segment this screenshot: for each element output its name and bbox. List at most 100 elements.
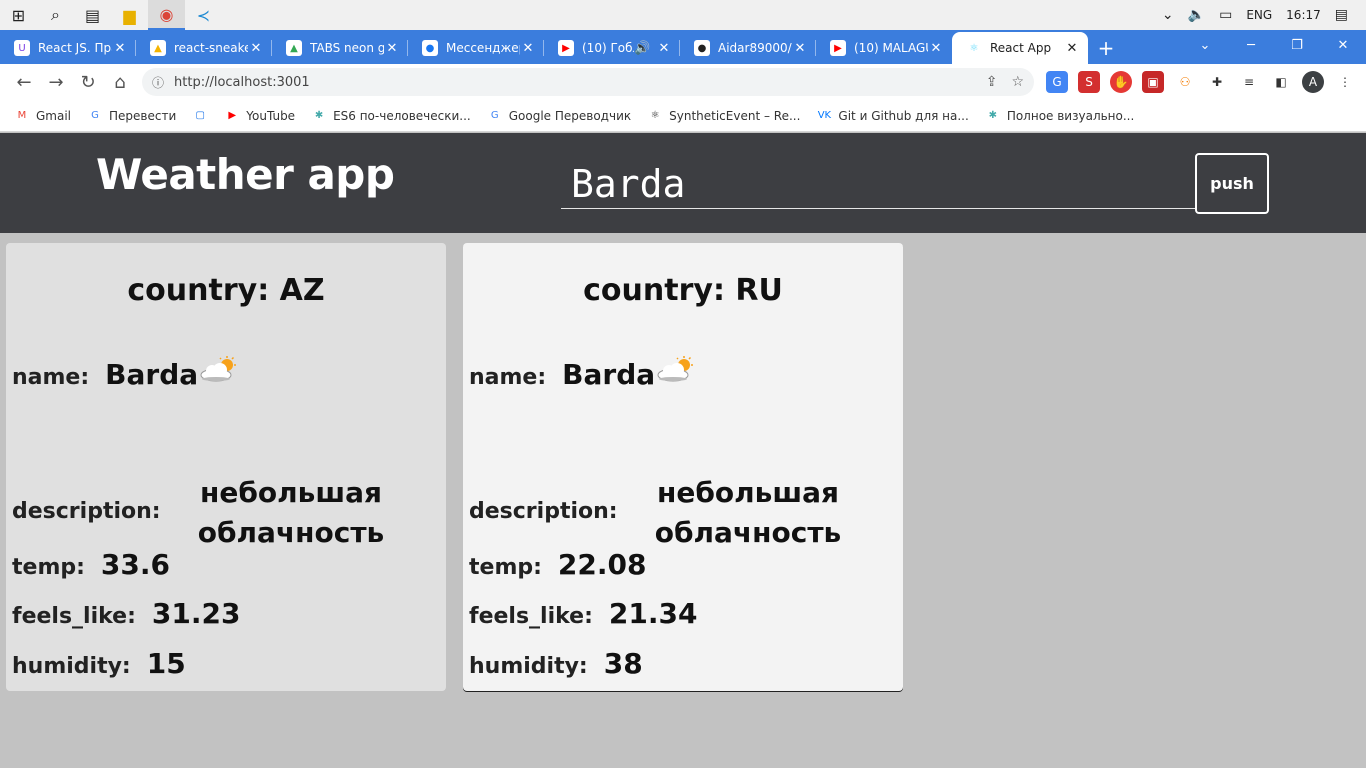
translate-icon: G <box>490 110 499 121</box>
close-icon[interactable]: ✕ <box>656 41 672 56</box>
weather-cloud-sun-icon <box>657 356 693 382</box>
translate-extension-icon[interactable]: G <box>1046 71 1068 93</box>
push-button[interactable]: push <box>1195 153 1269 214</box>
bookmark-label: Gmail <box>36 108 72 123</box>
country-heading: country: RU <box>583 273 783 308</box>
react-icon: ⚛ <box>650 110 660 121</box>
close-icon[interactable]: ✕ <box>1064 41 1080 56</box>
tab-react-sneakers[interactable]: ▲ react-sneakers ✕ <box>136 32 272 64</box>
description-value: небольшая облачность <box>654 476 842 549</box>
bookmark-item[interactable]: ▶ YouTube <box>224 108 295 124</box>
name-label: name: <box>469 365 547 390</box>
extension-red-icon[interactable]: ▣ <box>1142 71 1164 93</box>
tab-title: React App <box>990 41 1052 55</box>
bookmark-label: Google Переводчик <box>508 108 632 123</box>
extension-s-icon[interactable]: S <box>1078 71 1100 93</box>
adblock-extension-icon[interactable]: ✋ <box>1110 71 1132 93</box>
tab-strip: U React JS. Практ ✕ ▲ react-sneakers ✕ ▲… <box>0 30 1366 64</box>
description-label: description: <box>469 499 618 524</box>
close-icon[interactable]: ✕ <box>520 41 536 56</box>
task-view-icon[interactable]: ▤ <box>74 0 111 30</box>
speaker-icon[interactable]: 🔊 <box>634 41 650 56</box>
address-url[interactable]: http://localhost:3001 <box>174 75 972 90</box>
media-control-icon[interactable]: ≡ <box>1238 71 1260 93</box>
share-icon[interactable]: ⇪ <box>986 74 998 90</box>
minimize-button[interactable]: ─ <box>1228 30 1274 60</box>
bookmark-label: Полное визуально... <box>1006 108 1135 123</box>
menu-kebab-icon[interactable]: ⋮ <box>1334 71 1356 93</box>
reload-button[interactable]: ↻ <box>72 66 104 98</box>
app-title: Weather app <box>96 150 395 199</box>
description-value: небольшая облачность <box>197 476 385 549</box>
tab-github[interactable]: ● Aidar89000/w ✕ <box>680 32 816 64</box>
bookmark-item[interactable]: ✱ Полное визуально... <box>985 108 1135 124</box>
restore-button[interactable]: ❐ <box>1274 30 1320 60</box>
tab-title: Мессенджер <box>446 41 520 55</box>
profile-avatar[interactable]: A <box>1302 71 1324 93</box>
tab-youtube-2[interactable]: ▶ (10) MALAGU ✕ <box>816 32 952 64</box>
name-label: name: <box>12 365 90 390</box>
address-bar[interactable]: ⓘ http://localhost:3001 ⇪ ☆ <box>142 68 1034 96</box>
feels-like-label: feels_like: <box>12 604 136 629</box>
battery-icon[interactable]: ▭ <box>1219 7 1232 23</box>
tab-title: (10) Гобли <box>582 41 634 55</box>
bookmark-item[interactable]: ⚛ SyntheticEvent – Re... <box>647 108 801 124</box>
bookmark-item[interactable]: M Gmail <box>14 108 71 124</box>
file-explorer-icon[interactable]: ▆ <box>111 0 148 30</box>
feels-like-value: 21.34 <box>608 597 698 630</box>
bookmark-label: Перевести <box>109 108 177 123</box>
close-icon[interactable]: ✕ <box>384 41 400 56</box>
tab-react-app[interactable]: ⚛ React App ✕ <box>952 32 1088 64</box>
side-panel-icon[interactable]: ◧ <box>1270 71 1292 93</box>
volume-icon[interactable]: 🔈 <box>1188 7 1205 23</box>
extension-orange-icon[interactable]: ⚇ <box>1174 71 1196 93</box>
language-indicator[interactable]: ENG <box>1246 8 1272 22</box>
close-icon[interactable]: ✕ <box>248 41 264 56</box>
description-row: description: <box>12 499 161 524</box>
bookmark-item[interactable]: G Google Переводчик <box>487 108 631 124</box>
tab-title: React JS. Практ <box>38 41 112 55</box>
bookmark-item[interactable]: ▢ <box>192 108 208 124</box>
tab-favicon-icon: ▲ <box>286 40 302 56</box>
temp-row: temp: 33.6 <box>12 548 170 581</box>
search-icon[interactable]: ⌕ <box>37 0 74 30</box>
temp-label: temp: <box>12 555 85 580</box>
bookmark-item[interactable]: G Перевести <box>87 108 176 124</box>
tab-messenger[interactable]: ● Мессенджер ✕ <box>408 32 544 64</box>
humidity-value: 38 <box>603 647 643 680</box>
tab-react-js[interactable]: U React JS. Практ ✕ <box>0 32 136 64</box>
back-button[interactable]: ← <box>8 66 40 98</box>
tab-favicon-icon: ▲ <box>150 40 166 56</box>
city-name: Barda <box>562 358 656 391</box>
close-icon[interactable]: ✕ <box>112 41 128 56</box>
vscode-icon[interactable]: ≺ <box>185 0 222 30</box>
city-search-input[interactable] <box>561 159 1195 209</box>
home-button[interactable]: ⌂ <box>104 66 136 98</box>
forward-button[interactable]: → <box>40 66 72 98</box>
humidity-row: humidity: 38 <box>469 647 643 680</box>
site-info-icon[interactable]: ⓘ <box>152 74 164 91</box>
new-tab-button[interactable]: + <box>1088 32 1124 64</box>
clock[interactable]: 16:17 <box>1286 8 1321 22</box>
notifications-icon[interactable]: ▤ <box>1335 7 1348 23</box>
tab-search-chevron-icon[interactable]: ⌄ <box>1182 30 1228 60</box>
bookmark-star-icon[interactable]: ☆ <box>1011 74 1024 90</box>
chrome-icon[interactable]: ◉ <box>148 0 185 30</box>
windows-start-icon[interactable]: ⊞ <box>0 0 37 30</box>
bookmark-item[interactable]: VK Git и Github для на... <box>816 108 969 124</box>
tab-favicon-icon: ▶ <box>558 40 574 56</box>
feels-like-label: feels_like: <box>469 604 593 629</box>
tab-youtube-1[interactable]: ▶ (10) Гобли 🔊 ✕ <box>544 32 680 64</box>
bookmark-item[interactable]: ✱ ES6 по-человечески... <box>311 108 471 124</box>
tab-tabs-neon[interactable]: ▲ TABS neon glow ✕ <box>272 32 408 64</box>
tab-title: TABS neon glow <box>310 41 384 55</box>
humidity-label: humidity: <box>12 654 131 679</box>
chevron-up-icon[interactable]: ⌄ <box>1162 7 1174 23</box>
extensions-puzzle-icon[interactable]: ✚ <box>1206 71 1228 93</box>
close-icon[interactable]: ✕ <box>928 41 944 56</box>
close-icon[interactable]: ✕ <box>792 41 808 56</box>
close-window-button[interactable]: ✕ <box>1320 30 1366 60</box>
bookmark-label: SyntheticEvent – Re... <box>669 108 801 123</box>
description-row: description: <box>469 499 618 524</box>
humidity-row: humidity: 15 <box>12 647 186 680</box>
